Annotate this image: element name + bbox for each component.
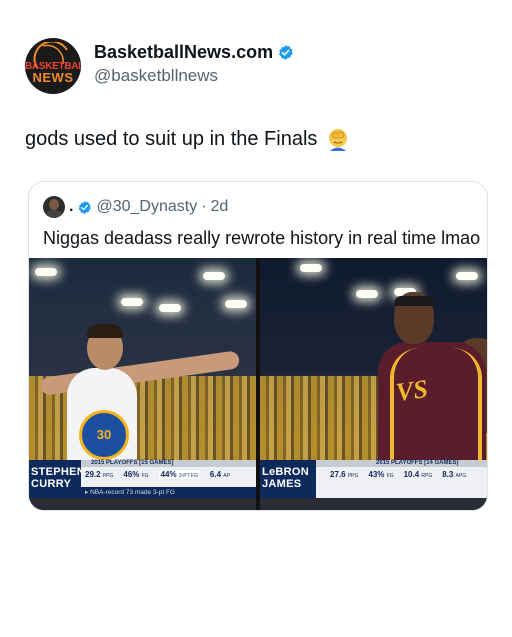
- arena-light: [300, 264, 322, 272]
- quoted-author-handle[interactable]: @30_Dynasty: [96, 198, 197, 216]
- quoted-author-avatar[interactable]: [43, 196, 65, 218]
- arena-light: [356, 290, 378, 298]
- stat-apg: 8.3 APG: [442, 470, 467, 479]
- stat-header: 2015 PLAYOFFS [15 GAMES]: [81, 460, 256, 467]
- quoted-post-text: Niggas deadass really rewrote history in…: [43, 228, 481, 248]
- stat-3pt: 44% 3-PT FG: [158, 470, 200, 479]
- stat-fg: 46% FG: [123, 470, 149, 479]
- player-hair: [87, 324, 123, 338]
- logo-text-bottom: NEWS: [32, 70, 74, 85]
- post-text-row: gods used to suit up in the Finals: [25, 126, 351, 152]
- player-last-name: JAMES: [262, 478, 302, 490]
- arena-light: [203, 272, 225, 280]
- arena-light: [456, 272, 478, 280]
- warriors-logo: 30: [79, 410, 129, 460]
- separator: ·: [201, 198, 207, 215]
- arena-light: [159, 304, 181, 312]
- stat-fg: 43% FG: [368, 470, 394, 479]
- jersey-number: 30: [96, 427, 112, 442]
- stat-values: 29.2 PPG 46% FG 44% 3-PT FG 6.4 AP: [85, 470, 256, 479]
- quoted-post-time[interactable]: 2d: [211, 198, 229, 216]
- player-name: STEPHEN CURRY: [29, 460, 86, 498]
- jersey-lettering: VS: [394, 373, 430, 408]
- author-avatar[interactable]: BASKETBALL NEWS: [25, 38, 81, 94]
- stat-note-text: NBA-record 73 made 3-pt FG: [90, 489, 175, 496]
- verified-badge-icon: [279, 45, 293, 60]
- arena-light: [35, 268, 57, 276]
- stat-apg: 6.4 AP: [209, 470, 230, 479]
- author-name-row[interactable]: BasketballNews.com: [94, 42, 294, 63]
- curry-image[interactable]: 30 STEPHEN CURRY 2015 PLAYOFFS [15 GAMES…: [29, 258, 256, 510]
- author-handle[interactable]: @basketbllnews: [94, 66, 218, 86]
- jersey-trim: [390, 348, 482, 468]
- arena-light: [225, 300, 247, 308]
- player-headband: [394, 296, 434, 306]
- post: BASKETBALL NEWS BasketballNews.com @bask…: [0, 0, 512, 637]
- stat-panel: 2015 PLAYOFFS [14 GAMES] 27.6 PPG 43% FG…: [316, 460, 487, 498]
- player-first-name: STEPHEN: [31, 466, 86, 478]
- verified-badge-icon: [79, 200, 92, 214]
- player-last-name: CURRY: [31, 478, 72, 490]
- stat-bar-footer: [260, 498, 487, 510]
- post-text: gods used to suit up in the Finals: [25, 127, 318, 150]
- quoted-post-header: . @30_Dynasty · 2d: [43, 196, 228, 218]
- face-palm-emoji-icon: [329, 129, 348, 151]
- stat-ppg: 29.2 PPG: [85, 470, 114, 479]
- stat-bar-footer: [29, 498, 256, 510]
- stat-note: ▸ NBA-record 73 made 3-pt FG: [81, 487, 256, 498]
- lebron-image[interactable]: VS LeBRON JAMES 2015 PLAYOFFS [14 GAMES]…: [260, 258, 487, 510]
- arena-light: [121, 298, 143, 306]
- play-icon: ▸: [85, 489, 89, 496]
- quoted-post[interactable]: . @30_Dynasty · 2d Niggas deadass really…: [28, 181, 488, 511]
- stat-ppg: 27.6 PPG: [330, 470, 359, 479]
- stat-bar: LeBRON JAMES 2015 PLAYOFFS [14 GAMES] 27…: [260, 460, 487, 498]
- stat-values: 27.6 PPG 43% FG 10.4 RPG 8.3 APG: [330, 470, 487, 479]
- stat-panel: 2015 PLAYOFFS [15 GAMES] 29.2 PPG 46% FG…: [81, 460, 256, 498]
- author-name[interactable]: BasketballNews.com: [94, 42, 273, 63]
- stat-bar: STEPHEN CURRY 2015 PLAYOFFS [15 GAMES] 2…: [29, 460, 256, 498]
- quoted-post-media[interactable]: 30 STEPHEN CURRY 2015 PLAYOFFS [15 GAMES…: [29, 258, 487, 510]
- stat-rpg: 10.4 RPG: [403, 470, 433, 479]
- quoted-author-name[interactable]: .: [69, 198, 73, 216]
- stat-header: 2015 PLAYOFFS [14 GAMES]: [316, 460, 487, 467]
- player-first-name: LeBRON: [262, 466, 310, 478]
- player-name: LeBRON JAMES: [260, 460, 316, 498]
